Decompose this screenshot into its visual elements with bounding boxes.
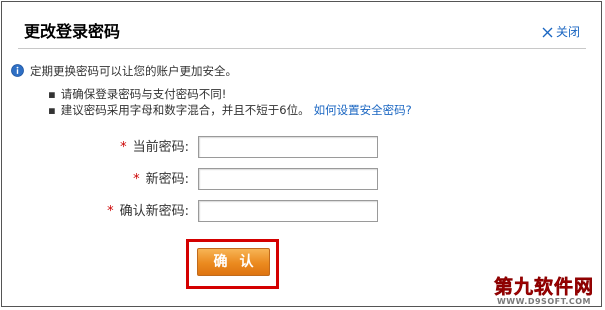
required-mark: * [107, 204, 114, 219]
watermark-main: 第九软件网 [493, 276, 594, 298]
info-icon [11, 64, 24, 77]
dialog-title: 更改登录密码 [24, 22, 121, 41]
current-password-label: * 当前密码: [120, 140, 189, 155]
tip-bullet-1: ▪ 请确保登录密码与支付密码不同! [48, 86, 226, 102]
required-mark: * [120, 140, 127, 155]
tip-bullet-2: ▪ 建议密码采用字母和数字混合，并且不短于6位。 如何设置安全密码? [48, 102, 412, 118]
current-password-row: * 当前密码: [2, 136, 601, 160]
watermark-logo: 第九软件网 WWW.D9SOFT.COM [489, 277, 599, 307]
new-password-label: * 新密码: [133, 172, 189, 187]
change-password-dialog: 更改登录密码 关闭 定期更换密码可以让您的账户更加安全。 ▪ 请确保登录密码与支付… [1, 1, 602, 307]
password-help-link[interactable]: 如何设置安全密码? [314, 103, 412, 117]
bullet-icon: ▪ [48, 103, 56, 117]
required-mark: * [133, 172, 140, 187]
close-x-icon [542, 27, 553, 37]
tip-main-text: 定期更换密码可以让您的账户更加安全。 [30, 64, 237, 78]
new-password-row: * 新密码: [2, 168, 601, 192]
title-divider [18, 48, 586, 49]
confirm-password-input[interactable] [198, 200, 378, 222]
tip-bullet-2-text: 建议密码采用字母和数字混合，并且不短于6位。 [60, 103, 310, 117]
confirm-password-label: * 确认新密码: [107, 204, 189, 219]
close-label: 关闭 [556, 25, 581, 39]
watermark-sub: WWW.D9SOFT.COM [496, 297, 591, 306]
bullet-icon: ▪ [48, 87, 56, 101]
close-button[interactable]: 关闭 [542, 24, 580, 40]
current-password-input[interactable] [198, 136, 378, 158]
new-password-input[interactable] [198, 168, 378, 190]
tip-bullet-1-text: 请确保登录密码与支付密码不同! [60, 87, 227, 101]
confirm-button[interactable]: 确认 [197, 248, 270, 276]
confirm-password-row: * 确认新密码: [2, 200, 601, 224]
